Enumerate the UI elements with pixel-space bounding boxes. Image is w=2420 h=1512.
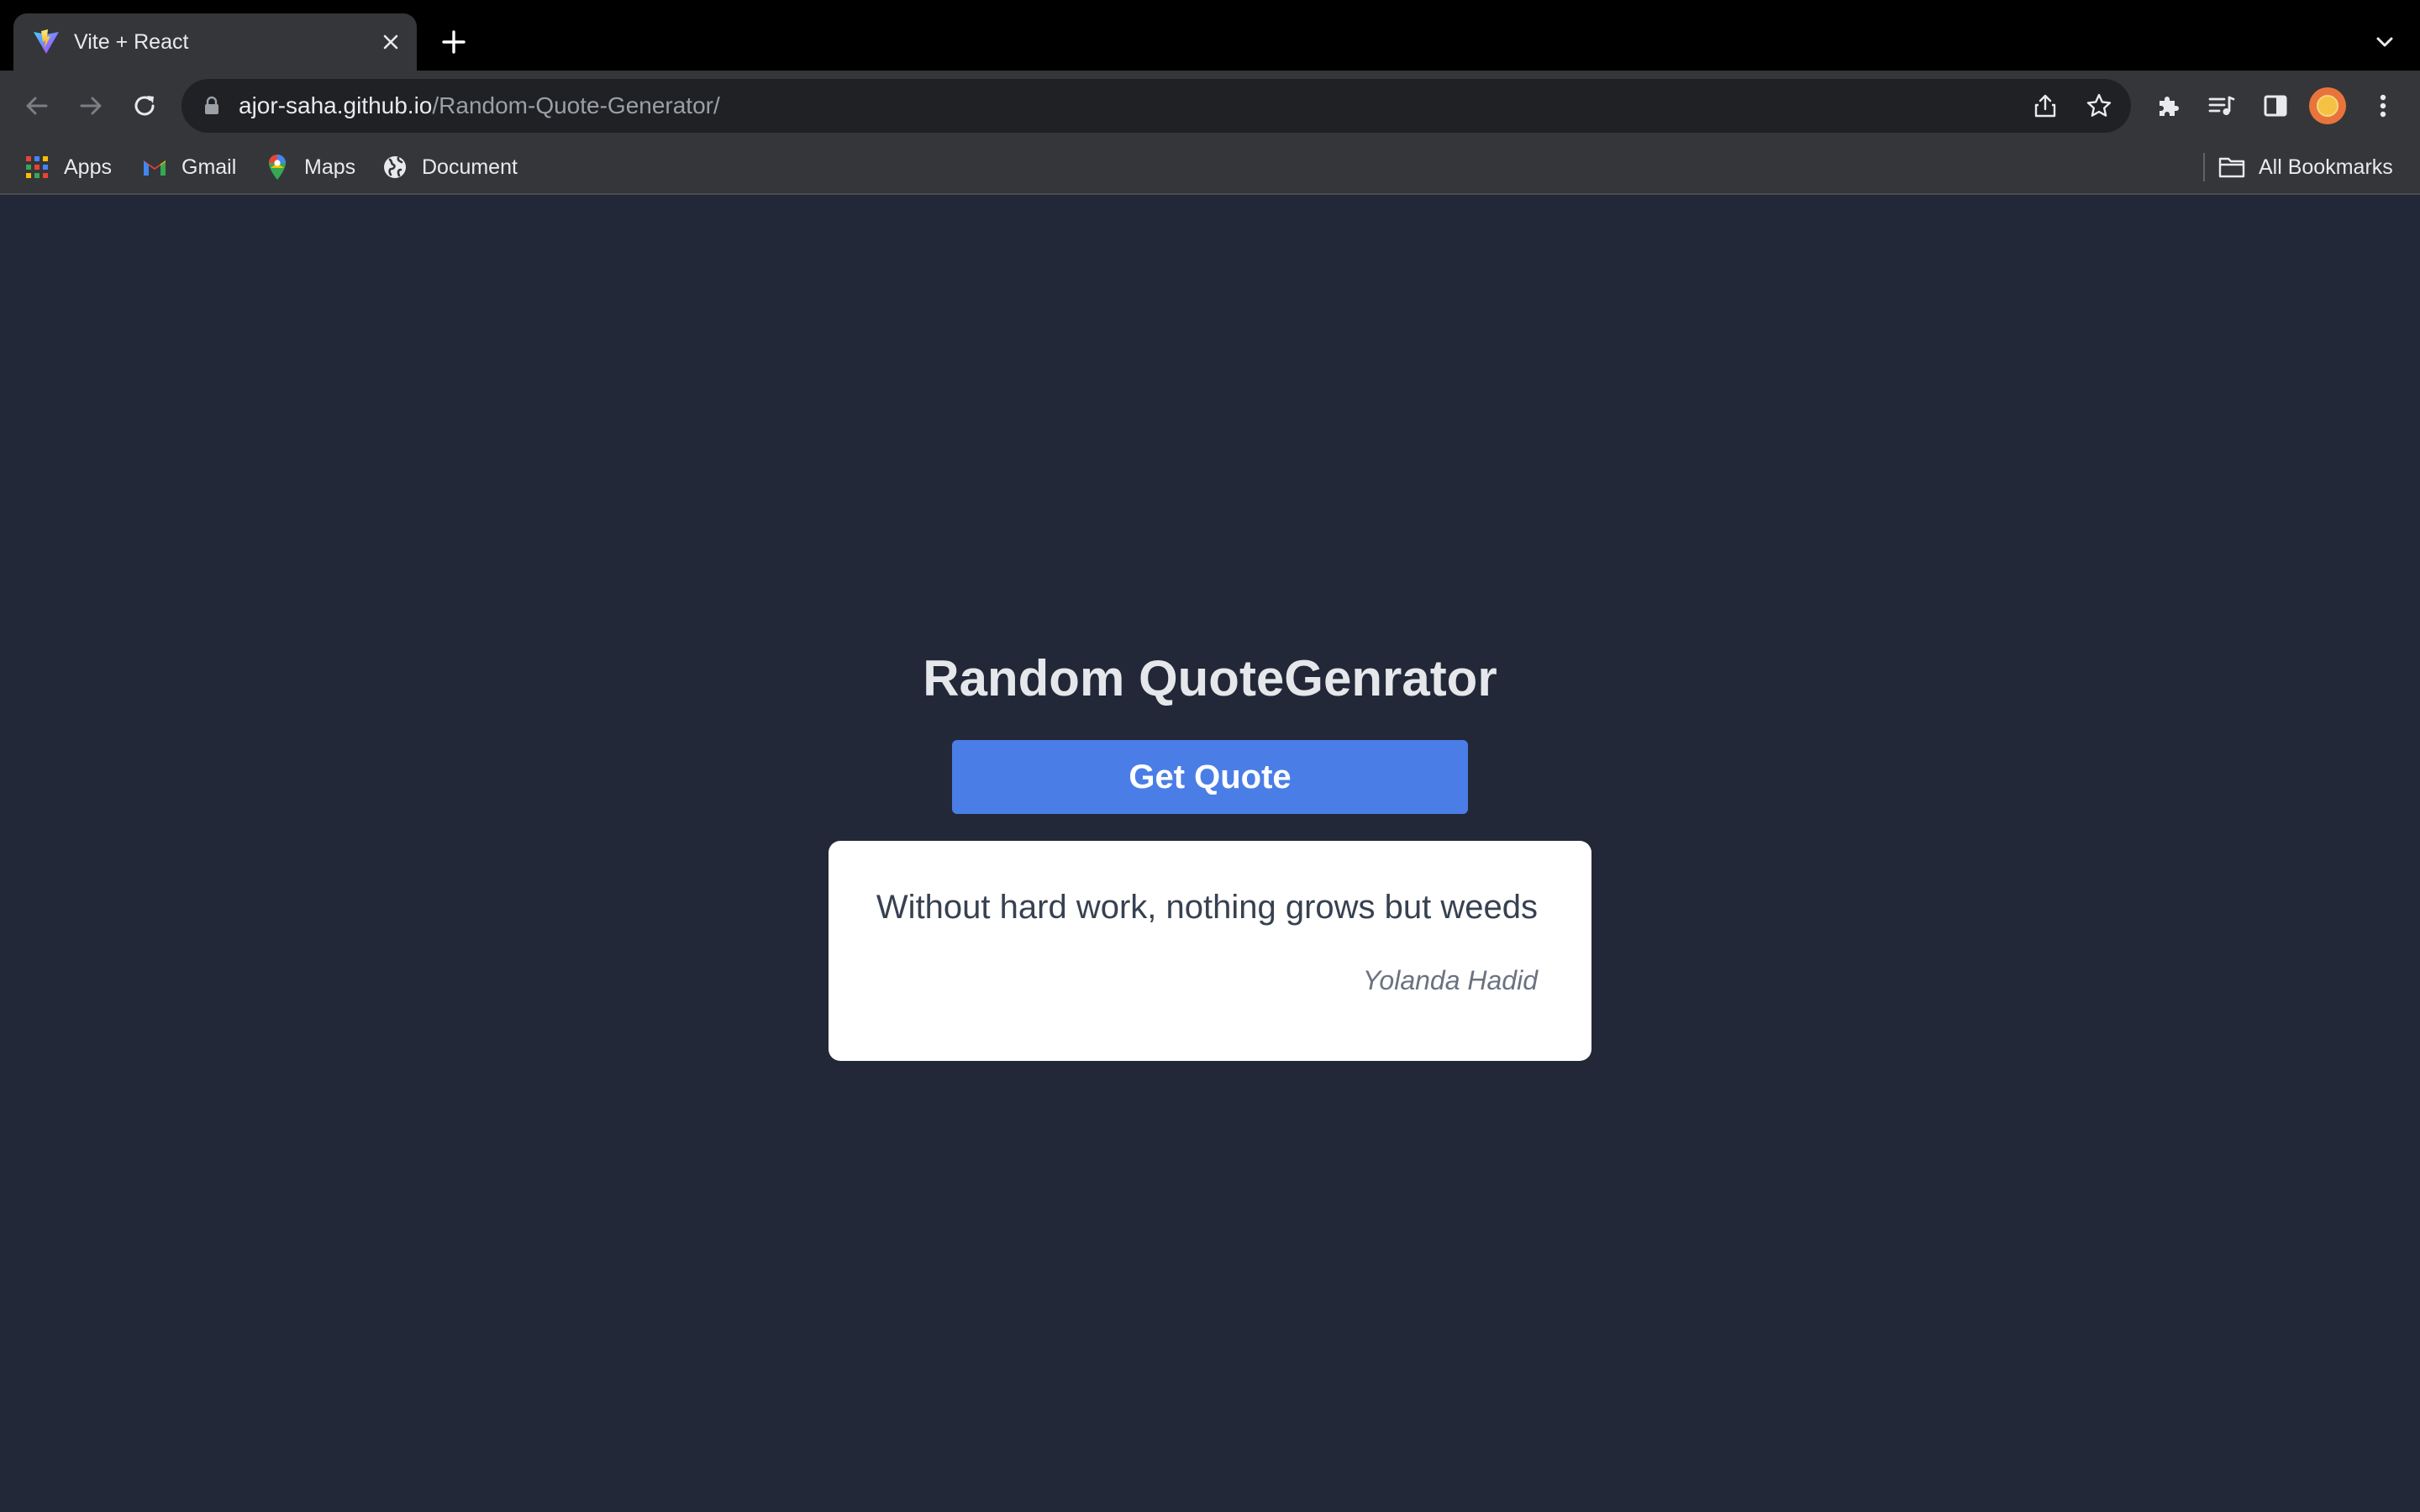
bookmark-apps[interactable]: Apps bbox=[24, 141, 112, 193]
forward-arrow-icon[interactable] bbox=[71, 86, 111, 126]
bookmark-label: Document bbox=[422, 155, 518, 179]
reload-icon[interactable] bbox=[124, 86, 165, 126]
address-bar[interactable]: ajor-saha.github.io/Random-Quote-Generat… bbox=[182, 79, 2131, 133]
bookmark-label: Maps bbox=[304, 155, 356, 179]
bookmark-label: Gmail bbox=[182, 155, 237, 179]
all-bookmarks-label: All Bookmarks bbox=[2259, 155, 2393, 179]
lock-icon[interactable] bbox=[202, 96, 222, 116]
share-icon[interactable] bbox=[2028, 89, 2062, 123]
url-domain: ajor-saha.github.io bbox=[239, 92, 433, 118]
vite-favicon-icon bbox=[32, 28, 60, 56]
quote-text: Without hard work, nothing grows but wee… bbox=[876, 889, 1538, 926]
tab-strip: Vite + React bbox=[0, 0, 2420, 71]
close-tab-icon[interactable] bbox=[376, 28, 405, 56]
more-menu-icon[interactable] bbox=[2363, 86, 2403, 126]
new-tab-plus-icon[interactable] bbox=[434, 22, 474, 62]
globe-icon bbox=[381, 154, 408, 181]
all-bookmarks[interactable]: All Bookmarks bbox=[2218, 141, 2393, 193]
bookmark-label: Apps bbox=[64, 155, 112, 179]
app-page: Random QuoteGenrator Get Quote Without h… bbox=[0, 195, 2420, 1512]
browser-tab[interactable]: Vite + React bbox=[13, 13, 417, 71]
media-queue-icon[interactable] bbox=[2202, 86, 2242, 126]
folder-icon bbox=[2218, 154, 2245, 181]
tab-search-chevron-icon[interactable] bbox=[2368, 25, 2402, 59]
avatar-emoji-icon bbox=[2317, 95, 2338, 117]
get-quote-button[interactable]: Get Quote bbox=[952, 740, 1468, 814]
url-text: ajor-saha.github.io/Random-Quote-Generat… bbox=[239, 79, 720, 133]
profile-avatar[interactable] bbox=[2309, 87, 2346, 124]
bookmark-star-icon[interactable] bbox=[2082, 89, 2116, 123]
gmail-icon bbox=[141, 154, 168, 181]
bookmark-gmail[interactable]: Gmail bbox=[141, 141, 236, 193]
extensions-puzzle-icon[interactable] bbox=[2148, 86, 2188, 126]
bookmark-maps[interactable]: Maps bbox=[264, 141, 355, 193]
bookmarks-bar: Apps Gmail Maps Document All Bookmarks bbox=[0, 141, 2420, 195]
bookmark-document[interactable]: Document bbox=[381, 141, 518, 193]
maps-icon bbox=[264, 154, 291, 181]
apps-grid-icon bbox=[24, 154, 50, 181]
page-title: Random QuoteGenrator bbox=[923, 650, 1497, 706]
browser-toolbar: ajor-saha.github.io/Random-Quote-Generat… bbox=[0, 71, 2420, 141]
side-panel-icon[interactable] bbox=[2255, 86, 2296, 126]
quote-author: Yolanda Hadid bbox=[1362, 965, 1538, 995]
quote-card: Without hard work, nothing grows but wee… bbox=[829, 841, 1591, 1061]
tab-title: Vite + React bbox=[74, 30, 189, 54]
url-path: /Random-Quote-Generator/ bbox=[432, 92, 720, 118]
bookmarks-divider bbox=[2203, 153, 2205, 181]
back-arrow-icon[interactable] bbox=[17, 86, 57, 126]
